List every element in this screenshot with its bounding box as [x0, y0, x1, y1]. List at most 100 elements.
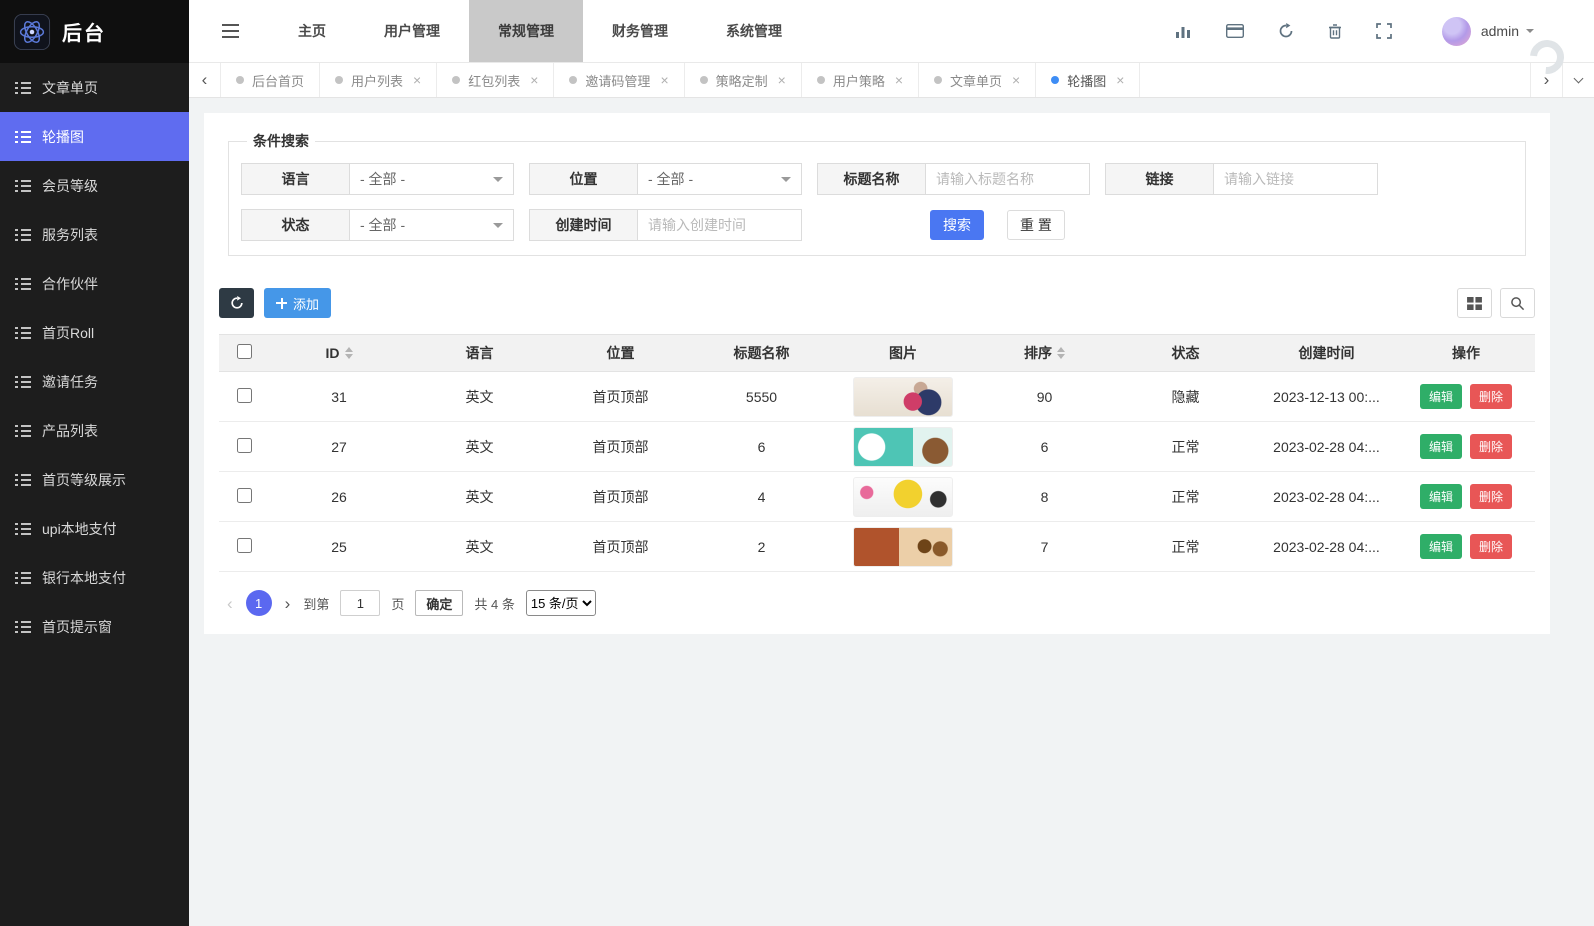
confirm-page-button[interactable]: 确定	[415, 590, 463, 616]
col-header-id[interactable]: ID	[269, 335, 409, 372]
prev-page-button[interactable]: ‹	[225, 595, 235, 612]
sidebar-item-home-level-display[interactable]: 首页等级展示	[0, 455, 189, 504]
toggle-columns-button[interactable]	[1457, 288, 1492, 318]
nav-item-system-management[interactable]: 系统管理	[697, 0, 811, 62]
list-icon	[15, 229, 31, 241]
add-button[interactable]: 添加	[264, 288, 331, 318]
tab-article-page[interactable]: 文章单页×	[919, 63, 1036, 97]
row-checkbox[interactable]	[237, 488, 252, 503]
title-group: 标题名称	[817, 163, 1090, 195]
close-icon[interactable]: ×	[413, 72, 421, 88]
sidebar-item-partners[interactable]: 合作伙伴	[0, 259, 189, 308]
search-toggle-button[interactable]	[1500, 288, 1535, 318]
edit-button[interactable]: 编辑	[1420, 534, 1462, 559]
edit-button[interactable]: 编辑	[1420, 384, 1462, 409]
user-menu[interactable]: admin	[1481, 23, 1534, 39]
title-input[interactable]	[925, 163, 1090, 195]
table-toolbar: 添加	[219, 288, 1535, 318]
sidebar-item-service-list[interactable]: 服务列表	[0, 210, 189, 259]
close-icon[interactable]: ×	[895, 72, 903, 88]
cell-title: 4	[691, 472, 832, 522]
delete-button[interactable]: 删除	[1470, 484, 1512, 509]
navbar-right: admin	[1175, 17, 1594, 46]
sidebar-item-member-level[interactable]: 会员等级	[0, 161, 189, 210]
tabs-dropdown-button[interactable]	[1562, 63, 1594, 97]
create-time-input[interactable]	[637, 209, 802, 241]
tabs-scroll-left-button[interactable]: ‹	[189, 63, 221, 97]
row-checkbox[interactable]	[237, 438, 252, 453]
sidebar-item-product-list[interactable]: 产品列表	[0, 406, 189, 455]
nav-item-home[interactable]: 主页	[269, 0, 355, 62]
sidebar-item-bank-local-pay[interactable]: 银行本地支付	[0, 553, 189, 602]
list-icon	[15, 327, 31, 339]
language-select[interactable]: - 全部 -	[349, 163, 514, 195]
banner-table: ID 语言 位置 标题名称 图片 排序 状态 创建时间 操作	[219, 334, 1535, 572]
close-icon[interactable]: ×	[778, 72, 786, 88]
tab-banner[interactable]: 轮播图×	[1036, 63, 1140, 97]
row-checkbox[interactable]	[237, 538, 252, 553]
sidebar-item-upi-local-pay[interactable]: upi本地支付	[0, 504, 189, 553]
tabs-scroll-right-button[interactable]: ›	[1530, 63, 1562, 97]
search-legend: 条件搜索	[247, 131, 315, 151]
select-all-checkbox[interactable]	[237, 344, 252, 359]
current-page-button[interactable]: 1	[246, 590, 272, 616]
sidebar-item-banner[interactable]: 轮播图	[0, 112, 189, 161]
position-select[interactable]: - 全部 -	[637, 163, 802, 195]
delete-button[interactable]: 删除	[1470, 384, 1512, 409]
cell-checkbox	[219, 422, 269, 472]
menu-toggle-icon[interactable]	[222, 30, 239, 32]
goto-page-input[interactable]	[340, 590, 380, 616]
col-header-actions: 操作	[1397, 335, 1535, 372]
top-navbar: 主页 用户管理 常规管理 财务管理 系统管理 admin	[189, 0, 1594, 63]
sidebar-item-home-roll[interactable]: 首页Roll	[0, 308, 189, 357]
cell-status: 隐藏	[1115, 372, 1256, 422]
edit-button[interactable]: 编辑	[1420, 484, 1462, 509]
table-row: 27 英文 首页顶部 6 6 正常 2023-02-28 04:... 编辑删除	[219, 422, 1535, 472]
sidebar-item-label: 合作伙伴	[42, 274, 98, 294]
nav-item-general-management[interactable]: 常规管理	[469, 0, 583, 62]
close-icon[interactable]: ×	[660, 72, 668, 88]
refresh-button[interactable]	[219, 288, 254, 318]
edit-button[interactable]: 编辑	[1420, 434, 1462, 459]
close-icon[interactable]: ×	[1012, 72, 1020, 88]
reset-button[interactable]: 重 置	[1007, 210, 1065, 240]
card-icon[interactable]	[1226, 24, 1244, 38]
row-checkbox[interactable]	[237, 388, 252, 403]
close-icon[interactable]: ×	[1116, 72, 1124, 88]
tab-dashboard[interactable]: 后台首页	[221, 63, 320, 97]
delete-button[interactable]: 删除	[1470, 534, 1512, 559]
sidebar-item-article-page[interactable]: 文章单页	[0, 63, 189, 112]
banner-thumbnail[interactable]	[853, 377, 953, 417]
chart-icon[interactable]	[1175, 24, 1192, 39]
cell-checkbox	[219, 522, 269, 572]
status-select[interactable]: - 全部 -	[349, 209, 514, 241]
tab-strategy-custom[interactable]: 策略定制×	[685, 63, 802, 97]
fullscreen-icon[interactable]	[1376, 23, 1392, 39]
next-page-button[interactable]: ›	[283, 595, 293, 612]
sidebar-item-home-popup[interactable]: 首页提示窗	[0, 602, 189, 651]
tab-user-list[interactable]: 用户列表×	[320, 63, 437, 97]
nav-item-finance-management[interactable]: 财务管理	[583, 0, 697, 62]
refresh-icon[interactable]	[1278, 23, 1294, 39]
tab-invite-code[interactable]: 邀请码管理×	[554, 63, 684, 97]
col-header-sort[interactable]: 排序	[974, 335, 1115, 372]
link-input[interactable]	[1213, 163, 1378, 195]
nav-item-user-management[interactable]: 用户管理	[355, 0, 469, 62]
tab-redpacket-list[interactable]: 红包列表×	[437, 63, 554, 97]
banner-thumbnail[interactable]	[853, 477, 953, 517]
sidebar-item-invite-task[interactable]: 邀请任务	[0, 357, 189, 406]
delete-button[interactable]: 删除	[1470, 434, 1512, 459]
banner-thumbnail[interactable]	[853, 427, 953, 467]
page-size-select[interactable]: 15 条/页	[526, 590, 596, 616]
cell-create-time: 2023-12-13 00:...	[1256, 372, 1397, 422]
trash-icon[interactable]	[1328, 23, 1342, 39]
table-header-row: ID 语言 位置 标题名称 图片 排序 状态 创建时间 操作	[219, 335, 1535, 372]
cell-id: 26	[269, 472, 409, 522]
search-panel: 条件搜索 语言 - 全部 - 位置 - 全部 - 标题名称	[228, 131, 1526, 256]
search-button[interactable]: 搜索	[930, 210, 984, 240]
banner-thumbnail[interactable]	[853, 527, 953, 567]
avatar[interactable]	[1442, 17, 1471, 46]
close-icon[interactable]: ×	[530, 72, 538, 88]
position-group: 位置 - 全部 -	[529, 163, 802, 195]
tab-user-strategy[interactable]: 用户策略×	[802, 63, 919, 97]
